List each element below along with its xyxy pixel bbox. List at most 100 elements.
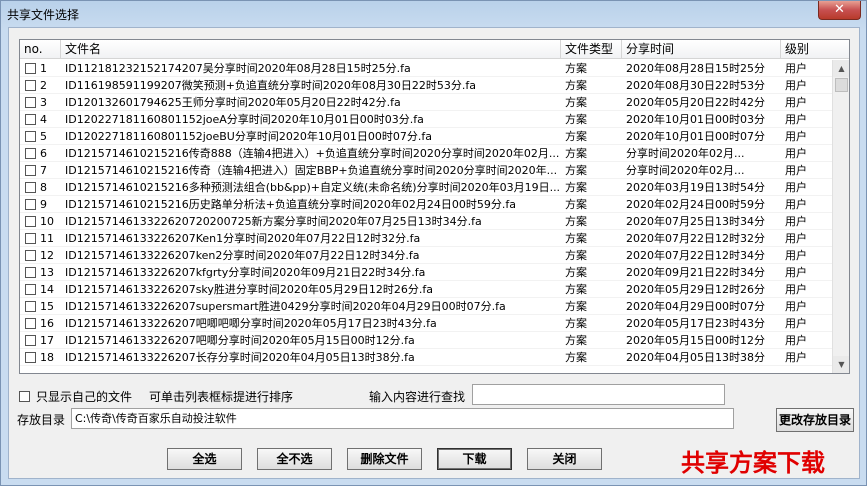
row-filename: ID112181232152174207吴分享时间2020年08月28日15时2…	[65, 62, 411, 75]
table-row[interactable]: 11 ID12157146133226207Ken1分享时间2020年07月22日…	[20, 230, 832, 247]
change-storage-dir-button[interactable]: 更改存放目录	[776, 408, 854, 432]
row-checkbox[interactable]	[25, 267, 36, 278]
storage-dir-label: 存放目录	[17, 413, 66, 427]
row-filename: ID120227181160801152joeA分享时间2020年10月01日0…	[65, 113, 424, 126]
row-sharetime: 分享时间2020年02月...	[626, 164, 745, 177]
table-row[interactable]: 6 ID121571461021521­6传奇888（连输4把进入）+负追直统分享…	[20, 145, 832, 162]
select-all-button[interactable]: 全选	[167, 448, 242, 470]
row-number: 11	[40, 232, 54, 245]
delete-file-button[interactable]: 删除文件	[347, 448, 422, 470]
row-level: 用户	[785, 215, 807, 228]
row-filetype: 方案	[565, 181, 587, 194]
row-checkbox[interactable]	[25, 182, 36, 193]
scroll-down-arrow-icon[interactable]: ▼	[833, 356, 849, 373]
storage-dir-input[interactable]: C:\传奇\传奇百家乐自动投注软件	[71, 408, 734, 429]
row-filetype: 方案	[565, 215, 587, 228]
title-bar: 共享文件选择 ✕	[1, 1, 866, 27]
table-body: 1 ID112181232152174207吴分享时间2020年08月28日15时…	[20, 60, 832, 373]
row-level: 用户	[785, 164, 807, 177]
vertical-scrollbar[interactable]: ▲ ▼	[832, 60, 849, 373]
row-filename: ID12157146133226207supersmart胜进0429分享时间2…	[65, 300, 506, 313]
row-level: 用户	[785, 232, 807, 245]
row-filetype: 方案	[565, 147, 587, 160]
row-checkbox[interactable]	[25, 335, 36, 346]
scroll-thumb[interactable]	[835, 78, 848, 92]
row-checkbox[interactable]	[25, 165, 36, 176]
window-title: 共享文件选择	[7, 8, 80, 22]
row-level: 用户	[785, 130, 807, 143]
table-row[interactable]: 9 ID121571461021521­6历史路单分析法+负追直统分享时间2020…	[20, 196, 832, 213]
download-button[interactable]: 下载	[437, 448, 512, 470]
table-row[interactable]: 5 ID120227181160801152joeBU分享时间2020年10月01…	[20, 128, 832, 145]
row-checkbox[interactable]	[25, 318, 36, 329]
row-checkbox[interactable]	[25, 250, 36, 261]
table-row[interactable]: 17 ID12157146133226207吧唧分享时间2020年05月15日00…	[20, 332, 832, 349]
row-number: 12	[40, 249, 54, 262]
row-filename: ID12157146133226207sky胜进分享时间2020年05月29日1…	[65, 283, 433, 296]
table-row[interactable]: 1 ID112181232152174207吴分享时间2020年08月28日15时…	[20, 60, 832, 77]
table-row[interactable]: 4 ID120227181160801152joeA分享时间2020年10月01日…	[20, 111, 832, 128]
only-mine-checkbox[interactable]	[19, 391, 30, 402]
row-checkbox[interactable]	[25, 199, 36, 210]
scroll-up-arrow-icon[interactable]: ▲	[833, 60, 849, 77]
row-level: 用户	[785, 181, 807, 194]
column-header-filetype[interactable]: 文件类型	[561, 40, 622, 59]
row-checkbox[interactable]	[25, 148, 36, 159]
close-window-button[interactable]: ✕	[818, 1, 861, 20]
table-row[interactable]: 18 ID12157146133226207长存分享时间2020年04月05日13…	[20, 349, 832, 366]
row-number: 1	[40, 62, 47, 75]
table-row[interactable]: 8 ID121571461021521­6多种预测法组合(bb&pp)+自定义统(…	[20, 179, 832, 196]
table-row[interactable]: 12 ID12157146133226207ken2分享时间2020年07月22日…	[20, 247, 832, 264]
row-number: 5	[40, 130, 47, 143]
row-filetype: 方案	[565, 62, 587, 75]
row-checkbox[interactable]	[25, 233, 36, 244]
row-sharetime: 2020年07月25日13时34分	[626, 215, 765, 228]
row-number: 10	[40, 215, 54, 228]
row-level: 用户	[785, 147, 807, 160]
row-checkbox[interactable]	[25, 284, 36, 295]
row-level: 用户	[785, 334, 807, 347]
search-input[interactable]	[472, 384, 725, 405]
select-none-button[interactable]: 全不选	[257, 448, 332, 470]
row-filename: ID12157146133226207Ken1分享时间2020年07月22日12…	[65, 232, 421, 245]
row-checkbox[interactable]	[25, 131, 36, 142]
table-row[interactable]: 15 ID12157146133226207supersmart胜进0429分享时…	[20, 298, 832, 315]
row-level: 用户	[785, 266, 807, 279]
row-level: 用户	[785, 198, 807, 211]
row-checkbox[interactable]	[25, 216, 36, 227]
table-row[interactable]: 2 ID116198591199207微笑预测+负追直统分享时间2020年08月3…	[20, 77, 832, 94]
row-checkbox[interactable]	[25, 97, 36, 108]
table-row[interactable]: 3 ID120132601794625王师分享时间2020年05月20日22时42…	[20, 94, 832, 111]
table-row[interactable]: 10 ID121571461332262072020072­5新方案分享时间202…	[20, 213, 832, 230]
row-sharetime: 分享时间2020年02月...	[626, 147, 745, 160]
table-row[interactable]: 7 ID121571461021521­6传奇（连输4把进入）固定BBP+负追直统…	[20, 162, 832, 179]
row-checkbox[interactable]	[25, 80, 36, 91]
column-header-level[interactable]: 级别	[781, 40, 849, 59]
row-checkbox[interactable]	[25, 63, 36, 74]
row-sharetime: 2020年05月20日22时42分	[626, 96, 765, 109]
row-level: 用户	[785, 62, 807, 75]
row-sharetime: 2020年07月22日12时32分	[626, 232, 765, 245]
row-checkbox[interactable]	[25, 114, 36, 125]
column-header-filename[interactable]: 文件名	[61, 40, 561, 59]
row-filename: ID116198591199207微笑预测+负追直统分享时间2020年08月30…	[65, 79, 477, 92]
column-header-sharetime[interactable]: 分享时间	[622, 40, 781, 59]
close-button[interactable]: 关闭	[527, 448, 602, 470]
row-checkbox[interactable]	[25, 352, 36, 363]
row-number: 16	[40, 317, 54, 330]
row-sharetime: 2020年05月15日00时12分	[626, 334, 765, 347]
row-filetype: 方案	[565, 300, 587, 313]
row-filetype: 方案	[565, 130, 587, 143]
row-filetype: 方案	[565, 113, 587, 126]
row-filetype: 方案	[565, 283, 587, 296]
row-checkbox[interactable]	[25, 301, 36, 312]
row-sharetime: 2020年04月29日00时07分	[626, 300, 765, 313]
row-sharetime: 2020年08月30日22时53分	[626, 79, 765, 92]
table-row[interactable]: 16 ID12157146133226207吧唧吧唧分享时间2020年05月17日…	[20, 315, 832, 332]
row-number: 4	[40, 113, 47, 126]
table-row[interactable]: 13 ID12157146133226207kfgrty分享时间2020年09月2…	[20, 264, 832, 281]
row-sharetime: 2020年04月05日13时38分	[626, 351, 765, 364]
column-header-no[interactable]: no.	[20, 40, 61, 59]
table-row[interactable]: 14 ID12157146133226207sky胜进分享时间2020年05月29…	[20, 281, 832, 298]
row-filename: ID120227181160801152joeBU分享时间2020年10月01日…	[65, 130, 432, 143]
